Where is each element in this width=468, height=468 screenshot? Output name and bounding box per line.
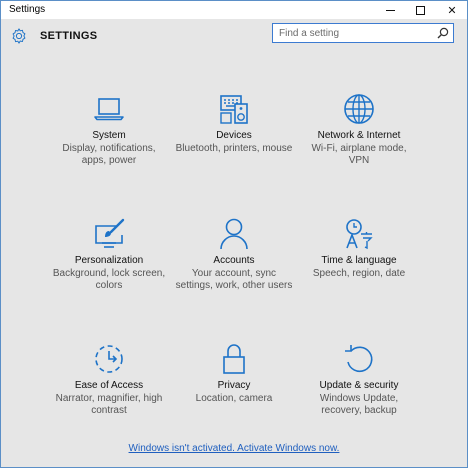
page-title: SETTINGS: [40, 30, 98, 42]
tile-devices[interactable]: Devices Bluetooth, printers, mouse: [169, 92, 299, 155]
tile-description: Background, lock screen, colors: [52, 268, 166, 291]
tile-description: Narrator, magnifier, high contrast: [55, 393, 163, 416]
refresh-icon: [345, 345, 373, 373]
tile-description: Windows Update, recovery, backup: [319, 393, 399, 416]
tile-time-language[interactable]: Time & language Speech, region, date: [294, 217, 424, 280]
tile-description: Speech, region, date: [312, 268, 406, 279]
minimize-button[interactable]: [375, 1, 405, 19]
tile-network-internet[interactable]: Network & Internet Wi-Fi, airplane mode,…: [294, 92, 424, 167]
close-button[interactable]: ✕: [437, 1, 467, 19]
tile-label: Network & Internet: [317, 130, 401, 141]
search-input[interactable]: [279, 26, 429, 40]
tile-label: Personalization: [74, 255, 144, 266]
tile-description: Location, camera: [195, 393, 273, 404]
tile-label: Privacy: [217, 380, 251, 391]
tile-description: Bluetooth, printers, mouse: [175, 143, 293, 154]
tile-description: Your account, sync settings, work, other…: [175, 268, 293, 291]
tile-update-security[interactable]: Update & security Windows Update, recove…: [294, 342, 424, 417]
maximize-icon: [415, 5, 425, 15]
devices-icon: [220, 95, 248, 124]
laptop-icon: [94, 98, 124, 121]
maximize-button[interactable]: [405, 1, 435, 19]
settings-window: Settings ✕ SETTINGS System Display, noti…: [0, 0, 468, 468]
tile-label: Ease of Access: [74, 380, 144, 391]
time-language-icon: [346, 219, 373, 250]
window-title: Settings: [9, 4, 46, 15]
settings-header: SETTINGS: [1, 19, 467, 55]
tile-label: Devices: [216, 130, 252, 141]
ease-of-access-icon: [95, 345, 123, 373]
minimize-icon: [385, 9, 395, 11]
tile-label: Accounts: [213, 255, 255, 266]
lock-icon: [223, 344, 245, 374]
tile-label: Time & language: [321, 255, 397, 266]
tile-system[interactable]: System Display, notifications, apps, pow…: [44, 92, 174, 167]
person-icon: [220, 218, 248, 250]
tile-personalization[interactable]: Personalization Background, lock screen,…: [44, 217, 174, 292]
tile-accounts[interactable]: Accounts Your account, sync settings, wo…: [169, 217, 299, 292]
tile-label: System: [92, 130, 126, 141]
search-icon[interactable]: [437, 27, 449, 39]
tile-description: Display, notifications, apps, power: [62, 143, 156, 166]
tile-privacy[interactable]: Privacy Location, camera: [169, 342, 299, 405]
activate-windows-link[interactable]: Windows isn't activated. Activate Window…: [1, 443, 467, 454]
paintbrush-icon: [95, 218, 125, 248]
title-bar[interactable]: Settings ✕: [1, 1, 467, 19]
tile-ease-of-access[interactable]: Ease of Access Narrator, magnifier, high…: [44, 342, 174, 417]
search-box[interactable]: [272, 23, 454, 43]
globe-icon: [344, 94, 374, 124]
tile-description: Wi-Fi, airplane mode, VPN: [311, 143, 407, 166]
tile-label: Update & security: [319, 380, 399, 391]
gear-icon: [12, 28, 26, 44]
close-icon: ✕: [447, 4, 457, 17]
